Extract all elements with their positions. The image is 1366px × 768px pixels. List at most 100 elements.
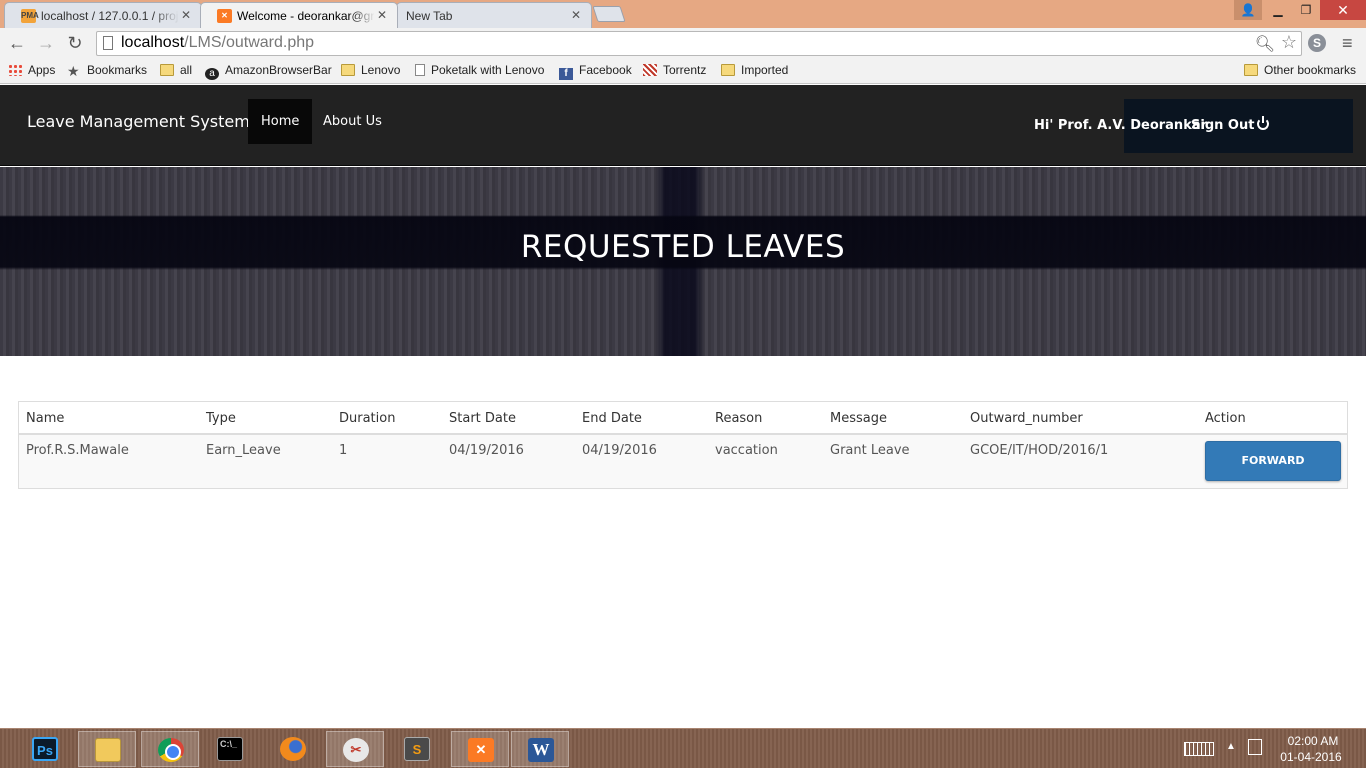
other-bookmarks[interactable]: Other bookmarks (1244, 63, 1356, 77)
taskbar-sublime-text[interactable]: S (388, 731, 446, 767)
cell-type: Earn_Leave (206, 443, 281, 458)
leaves-table: Name Type Duration Start Date End Date R… (18, 401, 1348, 489)
bookmark-facebook[interactable]: f Facebook (559, 63, 632, 80)
keyboard-icon[interactable] (1184, 742, 1214, 756)
minimize-icon[interactable]: ▁ (1264, 0, 1292, 20)
back-icon[interactable]: ← (5, 31, 29, 55)
folder-icon (341, 64, 355, 76)
firefox-icon (280, 737, 306, 761)
new-tab-button[interactable] (592, 6, 626, 22)
site-navbar: Leave Management System Home About Us Hi… (0, 85, 1366, 166)
user-greeting: Hi' Prof. A.V. Deorankar (1034, 118, 1208, 133)
forward-icon[interactable]: → (34, 31, 58, 55)
maximize-icon[interactable]: ❐ (1292, 0, 1320, 20)
bookmark-all[interactable]: all (160, 63, 192, 77)
cell-end-date: 04/19/2016 (582, 443, 657, 458)
command-prompt-icon: C:\_ (217, 737, 243, 761)
url-host: localhost (121, 34, 185, 51)
address-bar[interactable]: localhost/LMS/outward.php 🔍︎ ☆ (96, 31, 1302, 56)
tab-phpmyadmin[interactable]: PMA localhost / 127.0.0.1 / proj ✕ (4, 2, 202, 28)
skype-extension-icon[interactable]: S (1308, 34, 1326, 52)
page-icon (103, 36, 113, 50)
column-header-duration: Duration (339, 411, 396, 426)
snipping-tool-icon: ✂ (343, 738, 369, 762)
folder-icon (721, 64, 735, 76)
reload-icon[interactable]: ↻ (63, 31, 87, 55)
taskbar-word[interactable]: W (511, 731, 569, 767)
column-header-message: Message (830, 411, 887, 426)
close-tab-icon[interactable]: ✕ (181, 8, 191, 22)
taskbar-photoshop[interactable]: Ps (16, 731, 74, 767)
close-window-icon[interactable]: ✕ (1320, 0, 1366, 20)
taskbar-command-prompt[interactable]: C:\_ (201, 731, 259, 767)
photoshop-icon: Ps (32, 737, 58, 761)
windows-taskbar: Ps C:\_ ✂ S ✕ W ▲ 02:00 AM 01-04-2016 (0, 728, 1366, 768)
taskbar-snipping-tool[interactable]: ✂ (326, 731, 384, 767)
url-path: /LMS/outward.php (184, 34, 315, 51)
tab-welcome[interactable]: ✕ Welcome - deorankar@gr ✕ (200, 2, 398, 28)
cell-message: Grant Leave (830, 443, 910, 458)
taskbar-file-explorer[interactable] (78, 731, 136, 767)
forward-button[interactable]: FORWARD (1205, 441, 1341, 481)
taskbar-chrome[interactable] (141, 731, 199, 767)
web-page: Leave Management System Home About Us Hi… (0, 85, 1366, 728)
column-header-type: Type (206, 411, 236, 426)
cell-name: Prof.R.S.Mawale (26, 443, 129, 458)
bookmark-lenovo[interactable]: Lenovo (341, 63, 400, 77)
tab-new-tab[interactable]: New Tab ✕ (396, 2, 592, 28)
torrentz-icon (643, 64, 657, 76)
bookmark-bookmarks[interactable]: ★ Bookmarks (67, 63, 147, 79)
clock-time[interactable]: 02:00 AM (1280, 734, 1346, 748)
folder-icon (160, 64, 174, 76)
bookmark-poketalk[interactable]: Poketalk with Lenovo (415, 63, 544, 77)
bookmark-imported[interactable]: Imported (721, 63, 788, 77)
sign-out-label: Sign Out (1191, 118, 1255, 133)
facebook-icon: f (559, 68, 573, 80)
sign-out-link[interactable]: Sign Out (1191, 116, 1270, 133)
sublime-text-icon: S (404, 737, 430, 761)
phpmyadmin-icon: PMA (21, 9, 39, 23)
clock-date[interactable]: 01-04-2016 (1276, 750, 1346, 764)
chrome-icon (158, 738, 184, 762)
close-tab-icon[interactable]: ✕ (571, 8, 581, 22)
column-header-name: Name (26, 411, 65, 426)
close-tab-icon[interactable]: ✕ (377, 8, 387, 22)
bookmark-star-icon[interactable]: ☆ (1281, 32, 1297, 53)
bookmark-apps[interactable]: Apps (8, 63, 55, 77)
file-explorer-icon (95, 738, 121, 762)
word-icon: W (528, 738, 554, 762)
browser-tab-strip: PMA localhost / 127.0.0.1 / proj ✕ ✕ Wel… (0, 0, 1366, 28)
hero-banner: REQUESTED LEAVES (0, 167, 1366, 356)
bookmark-amazonbrowserbar[interactable]: a AmazonBrowserBar (205, 63, 332, 80)
cell-outward-number: GCOE/IT/HOD/2016/1 (970, 443, 1109, 458)
network-icon[interactable] (1248, 739, 1262, 755)
cell-reason: vaccation (715, 443, 778, 458)
cell-duration: 1 (339, 443, 348, 458)
star-icon: ★ (67, 63, 80, 79)
apps-icon (8, 64, 22, 76)
nav-home-link[interactable]: Home (248, 99, 313, 144)
taskbar-firefox[interactable] (264, 731, 322, 767)
column-header-outward-number: Outward_number (970, 411, 1083, 426)
show-hidden-icons-icon[interactable]: ▲ (1226, 741, 1236, 752)
zoom-icon[interactable]: 🔍︎ (1255, 34, 1275, 54)
bookmarks-bar: Apps ★ Bookmarks all a AmazonBrowserBar Le… (0, 58, 1366, 84)
user-profile-icon[interactable]: 👤 (1234, 0, 1262, 20)
amazon-icon: a (205, 68, 219, 80)
nav-about-link[interactable]: About Us (310, 99, 395, 144)
page-title: REQUESTED LEAVES (520, 229, 846, 265)
tab-title: New Tab (406, 9, 453, 23)
bookmark-torrentz[interactable]: Torrentz (643, 63, 706, 77)
chrome-menu-icon[interactable]: ≡ (1342, 33, 1353, 54)
power-icon (1257, 116, 1270, 130)
column-header-action: Action (1205, 411, 1246, 426)
column-header-end-date: End Date (582, 411, 642, 426)
cell-start-date: 04/19/2016 (449, 443, 524, 458)
column-header-start-date: Start Date (449, 411, 516, 426)
browser-toolbar: ← → ↻ localhost/LMS/outward.php 🔍︎ ☆ (0, 28, 1366, 58)
folder-icon (1244, 64, 1258, 76)
xampp-icon: ✕ (468, 738, 494, 762)
taskbar-xampp[interactable]: ✕ (451, 731, 509, 767)
site-brand[interactable]: Leave Management System (27, 112, 250, 131)
xampp-icon: ✕ (217, 9, 232, 23)
